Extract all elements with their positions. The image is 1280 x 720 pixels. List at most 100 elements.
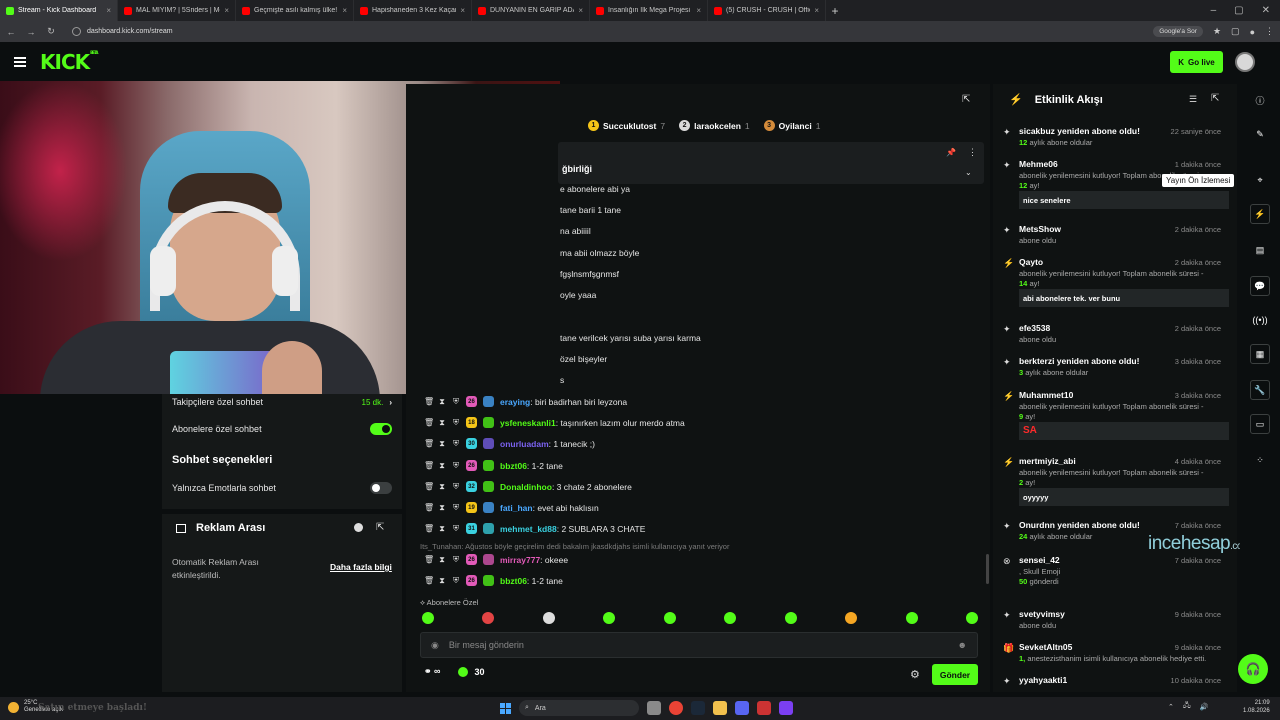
top-gifter[interactable]: 1 Succuklutost 7 [588, 120, 665, 131]
chat-username[interactable]: bbzt06 [500, 461, 527, 471]
emote-icon[interactable] [905, 612, 918, 624]
browser-tab[interactable]: Stream - Kick Dashboard × [0, 0, 118, 21]
go-live-button[interactable]: K Go live [1170, 51, 1223, 73]
file-explorer-icon[interactable] [713, 701, 727, 715]
url-field[interactable]: dashboard.kick.com/stream [72, 27, 1143, 36]
ban-icon[interactable]: ⛨ [452, 576, 460, 586]
chat-emoji-icon[interactable]: ◉ [431, 640, 439, 651]
browser-tab[interactable]: Hapishaneden 3 Kez Kaçan Adam × [354, 0, 472, 21]
timeout-icon[interactable]: ⧗ [438, 397, 446, 407]
delete-icon[interactable]: 🗑 [424, 482, 434, 491]
ban-icon[interactable]: ⛨ [452, 482, 460, 492]
taskbar-search[interactable]: ⌕ Ara [519, 700, 639, 716]
browser-tab[interactable]: (5) CRUSH - CRUSH | Official M × [708, 0, 826, 21]
emote-icon[interactable] [422, 612, 434, 624]
more-options-icon[interactable]: ⋮ [968, 147, 977, 158]
delete-icon[interactable]: 🗑 [424, 418, 434, 427]
delete-icon[interactable]: 🗑 [424, 524, 434, 533]
minimize-icon[interactable]: – [1211, 5, 1217, 16]
pinned-message[interactable]: ğbirliği 📌 ⋮ ⌄ [558, 142, 984, 184]
chat-username[interactable]: mirray777 [500, 555, 540, 565]
reload-icon[interactable]: ↻ [46, 26, 56, 37]
pin-icon[interactable]: 📌 [946, 148, 956, 157]
follower-chat-row[interactable]: Takipçilere özel sohbet 15 dk. › [172, 397, 392, 407]
smiley-icon[interactable]: ☻ [958, 640, 967, 650]
server-icon[interactable]: ▦ [1250, 344, 1270, 364]
url-text[interactable]: dashboard.kick.com/stream [87, 28, 173, 35]
emote-icon[interactable] [724, 612, 737, 624]
browser-tab[interactable]: İnsanlığın İlk Mega Projesi Göb × [590, 0, 708, 21]
timeout-icon[interactable]: ⧗ [438, 503, 446, 513]
chat-username[interactable]: onurluadam [500, 439, 549, 449]
close-icon[interactable]: × [224, 6, 229, 15]
maximize-icon[interactable]: ▢ [1234, 5, 1243, 16]
wrench-icon[interactable]: 🔧 [1250, 380, 1270, 400]
delete-icon[interactable]: 🗑 [424, 397, 434, 406]
discord-icon[interactable] [735, 701, 749, 715]
timeout-icon[interactable]: ⧗ [438, 439, 446, 449]
support-chat-button[interactable]: 🎧 [1238, 654, 1268, 684]
emote-icon[interactable] [965, 612, 978, 624]
chat-message[interactable]: 🗑 ⧗ ⛨ 26 eraying: biri badirhan biri leyzona [424, 396, 627, 407]
chat-message[interactable]: 🗑 ⧗ ⛨ 31 mehmet_kd88: 2 SUBLARA 3 CHATE [424, 523, 645, 534]
ban-icon[interactable]: ⛨ [452, 524, 460, 534]
tray-chevron-icon[interactable]: ⌃ [1168, 703, 1174, 711]
emote-icon[interactable] [784, 612, 797, 624]
site-info-icon[interactable] [72, 27, 81, 36]
steam-icon[interactable] [691, 701, 705, 715]
chat-input[interactable]: ◉ Bir mesaj gönderin ☻ [420, 632, 978, 658]
profile-icon[interactable]: ● [1250, 27, 1255, 37]
obs-icon[interactable] [757, 701, 771, 715]
ban-icon[interactable]: ⛨ [452, 555, 460, 565]
google-ask-button[interactable]: Google'a Sor [1153, 26, 1203, 37]
volume-icon[interactable]: 🔊 [1200, 703, 1209, 711]
sub-chat-toggle[interactable] [370, 423, 392, 435]
info-circle-icon[interactable]: ⓘ [1250, 90, 1270, 110]
browser-tab[interactable]: MAL MIYIM? | 5Sriders | Motosi × [118, 0, 236, 21]
ban-icon[interactable]: ⛨ [452, 439, 460, 449]
chat-popout-icon[interactable]: ⇱ [962, 94, 970, 105]
windows-start-icon[interactable] [500, 702, 511, 714]
close-icon[interactable]: × [460, 6, 465, 15]
chat-message[interactable]: 🗑 ⧗ ⛨ 26 mirray777: okeee [424, 554, 568, 565]
delete-icon[interactable]: 🗑 [424, 503, 434, 512]
timeout-icon[interactable]: ⧗ [438, 524, 446, 534]
timeout-icon[interactable]: ⧗ [438, 482, 446, 492]
emote-chat-toggle[interactable] [370, 482, 392, 494]
new-tab-icon[interactable]: + [826, 4, 844, 18]
activity-lightning-icon[interactable]: ⚡ [1250, 204, 1270, 224]
chat-message[interactable]: 🗑 ⧗ ⛨ 26 bbzt06: 1-2 tane [424, 575, 563, 586]
network-icon[interactable]: 🖧 [1183, 701, 1191, 712]
close-icon[interactable]: × [696, 6, 701, 15]
chat-username[interactable]: Donaldinhoo [500, 482, 552, 492]
channel-points[interactable]: 30 [458, 666, 484, 677]
chat-input-placeholder[interactable]: Bir mesaj gönderin [449, 640, 948, 650]
chat-message[interactable]: 🗑 ⧗ ⛨ 18 ysfeneskanli1: taşınırken lazım olu… [424, 417, 685, 428]
system-clock[interactable]: 21:09 1.08.2026 [1243, 699, 1270, 715]
delete-icon[interactable]: 🗑 [424, 555, 434, 564]
chat-message[interactable]: 🗑 ⧗ ⛨ 19 fati_han: evet abi haklısın [424, 502, 599, 513]
pencil-icon[interactable]: ✎ [1250, 124, 1270, 144]
chat-bubble-icon[interactable]: 💬 [1250, 276, 1270, 296]
forward-icon[interactable]: → [26, 27, 36, 37]
browser-window-icon[interactable]: ▭ [1250, 414, 1270, 434]
hamburger-menu-icon[interactable] [14, 57, 26, 67]
close-icon[interactable]: × [814, 6, 819, 15]
filter-icon[interactable]: ☰ [1189, 94, 1197, 105]
delete-icon[interactable]: 🗑 [424, 439, 434, 448]
timeout-icon[interactable]: ⧗ [438, 461, 446, 471]
window-close-icon[interactable]: ✕ [1262, 5, 1270, 16]
browser-tab[interactable]: Geçmişte asılı kalmış ülke! Kübal × [236, 0, 354, 21]
bookmark-star-icon[interactable]: ★ [1213, 26, 1221, 37]
apps-icon[interactable]: ⁘ [1250, 450, 1270, 470]
chat-username[interactable]: ysfeneskanli1 [500, 418, 556, 428]
chat-scrollbar[interactable] [986, 554, 989, 584]
emote-icon[interactable] [603, 612, 616, 624]
close-icon[interactable]: × [578, 6, 583, 15]
app-icon[interactable] [779, 701, 793, 715]
ban-icon[interactable]: ⛨ [452, 418, 460, 428]
chat-username[interactable]: eraying [500, 397, 530, 407]
chevron-right-icon[interactable]: › [389, 398, 392, 407]
send-button[interactable]: Gönder [932, 664, 978, 685]
timeout-icon[interactable]: ⧗ [438, 418, 446, 428]
